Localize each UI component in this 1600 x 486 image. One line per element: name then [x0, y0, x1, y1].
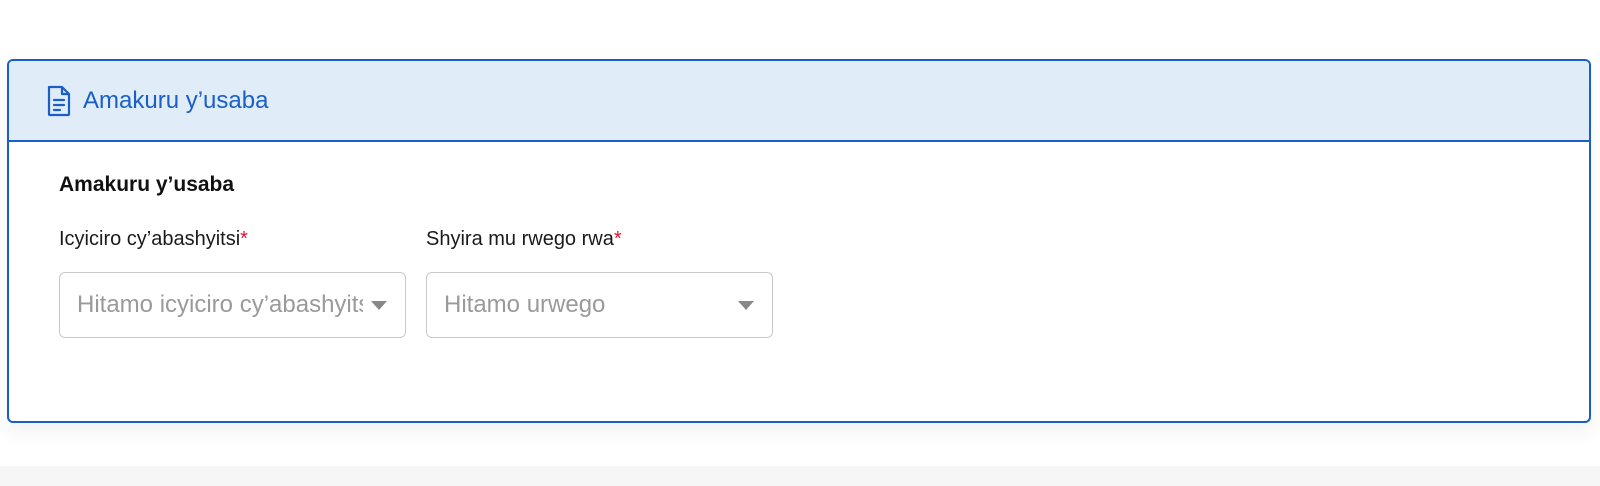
document-icon [46, 85, 72, 117]
visitor-category-placeholder: Hitamo icyiciro cy’abashyitsi [77, 291, 363, 318]
visitor-category-field: Icyiciro cy’abashyitsi* Hitamo icyiciro … [59, 228, 406, 338]
card-header: Amakuru y’usaba [9, 61, 1589, 142]
level-label: Shyira mu rwego rwa* [426, 228, 773, 254]
level-placeholder: Hitamo urwego [444, 291, 606, 318]
visitor-category-select[interactable]: Hitamo icyiciro cy’abashyitsi [59, 272, 406, 338]
section-title: Amakuru y’usaba [59, 173, 235, 196]
level-label-text: Shyira mu rwego rwa [426, 228, 614, 250]
level-field: Shyira mu rwego rwa* Hitamo urwego [426, 228, 773, 338]
visitor-category-label: Icyiciro cy’abashyitsi* [59, 228, 406, 254]
applicant-info-card: Amakuru y’usaba Amakuru y’usaba Icyiciro… [7, 59, 1591, 423]
page-bottom-band [0, 466, 1600, 486]
chevron-down-icon [738, 301, 754, 310]
card-body: Amakuru y’usaba Icyiciro cy’abashyitsi* … [9, 142, 1589, 421]
chevron-down-icon [371, 301, 387, 310]
card-header-title: Amakuru y’usaba [83, 86, 269, 114]
visitor-category-label-text: Icyiciro cy’abashyitsi [59, 228, 241, 250]
required-mark: * [240, 228, 248, 250]
level-select[interactable]: Hitamo urwego [426, 272, 773, 338]
required-mark: * [613, 228, 622, 250]
